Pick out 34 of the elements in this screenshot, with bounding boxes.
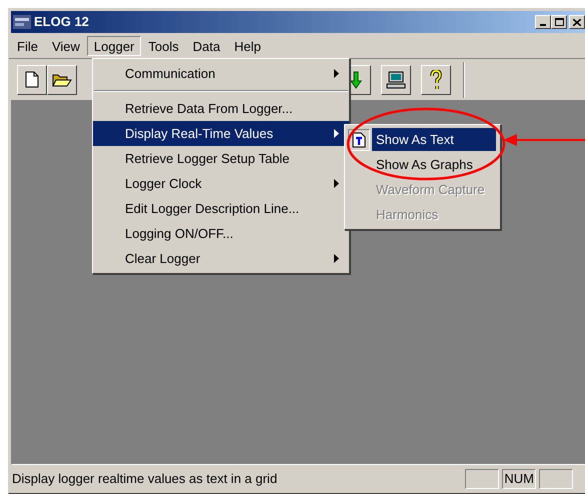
menu-item[interactable]: Clear Logger: [93, 246, 349, 271]
submenu-arrow-icon: [334, 69, 339, 78]
open-folder-button[interactable]: [47, 64, 77, 94]
menu-bar-item[interactable]: File: [10, 36, 45, 56]
close-button[interactable]: [569, 15, 585, 29]
maximize-button[interactable]: [551, 15, 567, 29]
menu-item[interactable]: Retrieve Data From Logger...: [93, 96, 349, 121]
menu-item[interactable]: Display Real-Time Values: [93, 121, 349, 146]
text-document-icon: [352, 132, 366, 148]
menu-bar-item[interactable]: Help: [227, 36, 268, 56]
computer-button[interactable]: [381, 64, 411, 94]
status-message: Display logger realtime values as text in a grid: [11, 470, 278, 488]
computer-icon: [386, 70, 406, 88]
down-arrow-icon: [350, 70, 362, 88]
window-title: ELOG 12: [34, 13, 89, 32]
menu-item[interactable]: Communication: [93, 61, 349, 86]
app-icon: [13, 14, 31, 30]
menu-bar-item[interactable]: Tools: [141, 36, 186, 56]
close-icon: [573, 18, 581, 26]
menu-bar-item[interactable]: View: [44, 36, 87, 56]
status-pane: NUM: [502, 469, 536, 489]
new-document-button[interactable]: [17, 64, 47, 94]
question-mark-icon: [430, 70, 442, 90]
document-icon: [25, 71, 39, 88]
folder-icon: [52, 72, 72, 88]
status-pane: [539, 469, 573, 489]
menu-bar-item[interactable]: Logger: [86, 36, 142, 56]
help-button[interactable]: [421, 64, 451, 94]
submenu-arrow-icon: [334, 129, 339, 138]
submenu-arrow-icon: [334, 179, 339, 188]
status-pane: [465, 469, 500, 489]
submenu-arrow-icon: [334, 254, 339, 263]
menu-bar-item[interactable]: Data: [186, 36, 228, 56]
minimize-button[interactable]: [535, 15, 551, 29]
